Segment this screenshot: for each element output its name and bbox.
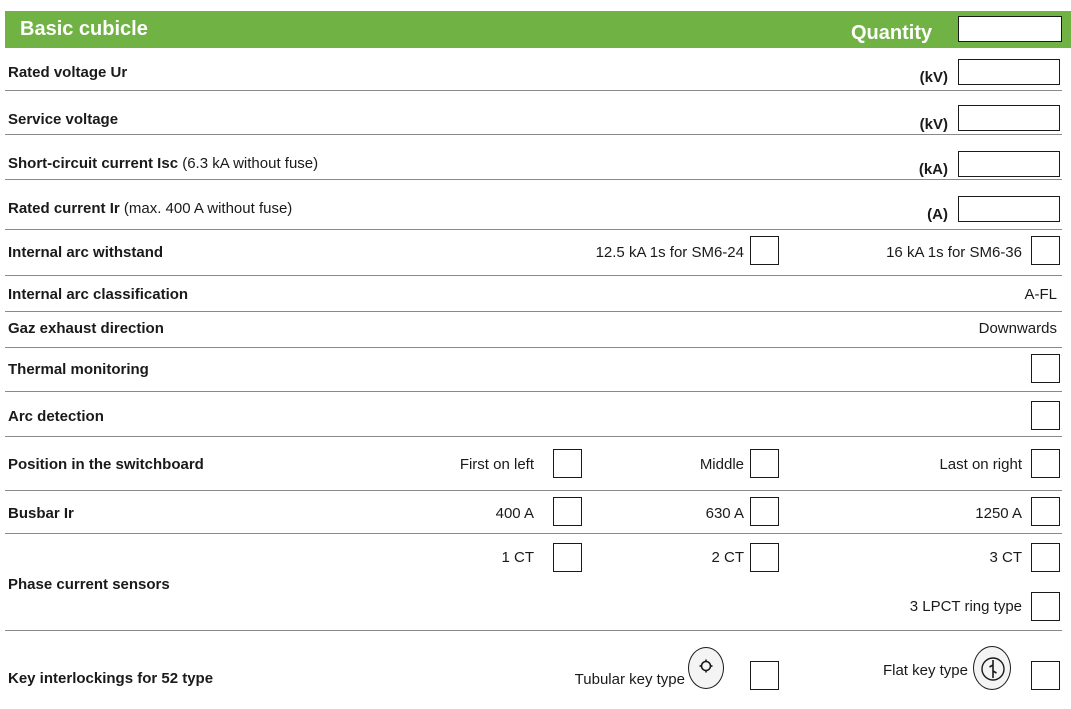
row-key-interlock: Key interlockings for 52 type Tubular ke… bbox=[5, 631, 1062, 705]
flat-key-label: Flat key type bbox=[882, 662, 968, 679]
row-service-voltage: Service voltage (kV) bbox=[5, 91, 1062, 135]
internal-arc-option-36: 16 kA 1s for SM6-36 bbox=[886, 244, 1022, 261]
row-arc-detection: Arc detection bbox=[5, 392, 1062, 437]
sensor-3ct-label: 3 CT bbox=[989, 549, 1022, 566]
internal-arc-36-checkbox[interactable] bbox=[1031, 236, 1060, 265]
section-title: Basic cubicle bbox=[20, 18, 148, 40]
sensor-1ct-label: 1 CT bbox=[501, 549, 534, 566]
tubular-key-icon bbox=[688, 647, 724, 689]
busbar-1250-checkbox[interactable] bbox=[1031, 497, 1060, 526]
section-header: Basic cubicle Quantity bbox=[5, 11, 1071, 48]
position-middle-label: Middle bbox=[699, 456, 744, 473]
tubular-key-label: Tubular key type bbox=[574, 671, 685, 688]
arc-classification-label: Internal arc classification bbox=[8, 286, 189, 303]
arc-detection-label: Arc detection bbox=[8, 408, 104, 425]
sensor-2ct-checkbox[interactable] bbox=[750, 543, 779, 572]
phase-sensors-label: Phase current sensors bbox=[8, 576, 170, 593]
rated-voltage-input[interactable] bbox=[958, 59, 1060, 85]
row-short-circuit: Short-circuit current Isc (6.3 kA withou… bbox=[5, 135, 1062, 180]
flat-key-checkbox[interactable] bbox=[1031, 661, 1060, 690]
service-voltage-unit: (kV) bbox=[919, 116, 948, 133]
sensor-2ct-label: 2 CT bbox=[711, 549, 744, 566]
position-label: Position in the switchboard bbox=[8, 456, 204, 473]
row-internal-arc: Internal arc withstand 12.5 kA 1s for SM… bbox=[5, 230, 1062, 276]
tubular-key-checkbox[interactable] bbox=[750, 661, 779, 690]
rated-current-input[interactable] bbox=[958, 196, 1060, 222]
row-position: Position in the switchboard First on lef… bbox=[5, 437, 1062, 491]
rated-current-label-text: Rated current Ir bbox=[8, 200, 120, 217]
row-busbar: Busbar Ir 400 A 630 A 1250 A bbox=[5, 491, 1062, 534]
sensor-3ct-checkbox[interactable] bbox=[1031, 543, 1060, 572]
arc-detection-checkbox[interactable] bbox=[1031, 401, 1060, 430]
key-interlock-label: Key interlockings for 52 type bbox=[8, 670, 214, 687]
short-circuit-input[interactable] bbox=[958, 151, 1060, 177]
busbar-400-checkbox[interactable] bbox=[553, 497, 582, 526]
short-circuit-unit: (kA) bbox=[918, 161, 948, 178]
short-circuit-label: Short-circuit current Isc (6.3 kA withou… bbox=[8, 155, 318, 172]
position-first-left-label: First on left bbox=[459, 456, 534, 473]
short-circuit-label-text: Short-circuit current Isc bbox=[8, 155, 179, 172]
busbar-630-checkbox[interactable] bbox=[750, 497, 779, 526]
position-middle-checkbox[interactable] bbox=[750, 449, 779, 478]
gaz-exhaust-label: Gaz exhaust direction bbox=[8, 320, 164, 337]
gaz-exhaust-value: Downwards bbox=[978, 320, 1057, 337]
internal-arc-option-24: 12.5 kA 1s for SM6-24 bbox=[595, 244, 744, 261]
service-voltage-label: Service voltage bbox=[8, 111, 119, 128]
row-thermal-monitoring: Thermal monitoring bbox=[5, 348, 1062, 392]
row-arc-classification: Internal arc classification A-FL bbox=[5, 276, 1062, 312]
rated-voltage-label: Rated voltage Ur bbox=[8, 64, 128, 81]
busbar-label: Busbar Ir bbox=[8, 505, 74, 522]
busbar-1250-label: 1250 A bbox=[975, 505, 1022, 522]
flat-key-icon bbox=[973, 646, 1011, 690]
row-gaz-exhaust: Gaz exhaust direction Downwards bbox=[5, 312, 1062, 348]
thermal-monitoring-label: Thermal monitoring bbox=[8, 361, 149, 378]
sensor-1ct-checkbox[interactable] bbox=[553, 543, 582, 572]
short-circuit-note: (6.3 kA without fuse) bbox=[182, 155, 319, 172]
service-voltage-input[interactable] bbox=[958, 105, 1060, 131]
internal-arc-24-checkbox[interactable] bbox=[750, 236, 779, 265]
row-phase-sensors: Phase current sensors 1 CT 2 CT 3 CT 3 L… bbox=[5, 534, 1062, 631]
row-rated-voltage: Rated voltage Ur (kV) bbox=[5, 48, 1062, 91]
rated-current-note: (max. 400 A without fuse) bbox=[123, 200, 293, 217]
rated-voltage-unit: (kV) bbox=[919, 69, 948, 86]
busbar-400-label: 400 A bbox=[495, 505, 534, 522]
rated-current-label: Rated current Ir (max. 400 A without fus… bbox=[8, 200, 292, 217]
quantity-label: Quantity bbox=[851, 22, 933, 44]
thermal-monitoring-checkbox[interactable] bbox=[1031, 354, 1060, 383]
quantity-input[interactable] bbox=[958, 16, 1062, 42]
row-rated-current: Rated current Ir (max. 400 A without fus… bbox=[5, 180, 1062, 230]
internal-arc-label: Internal arc withstand bbox=[8, 244, 164, 261]
rated-current-unit: (A) bbox=[927, 206, 948, 223]
sensor-3lpct-label: 3 LPCT ring type bbox=[909, 598, 1022, 615]
position-last-right-checkbox[interactable] bbox=[1031, 449, 1060, 478]
busbar-630-label: 630 A bbox=[705, 505, 744, 522]
arc-classification-value: A-FL bbox=[1024, 286, 1057, 303]
position-last-right-label: Last on right bbox=[939, 456, 1022, 473]
sensor-3lpct-checkbox[interactable] bbox=[1031, 592, 1060, 621]
position-first-left-checkbox[interactable] bbox=[553, 449, 582, 478]
